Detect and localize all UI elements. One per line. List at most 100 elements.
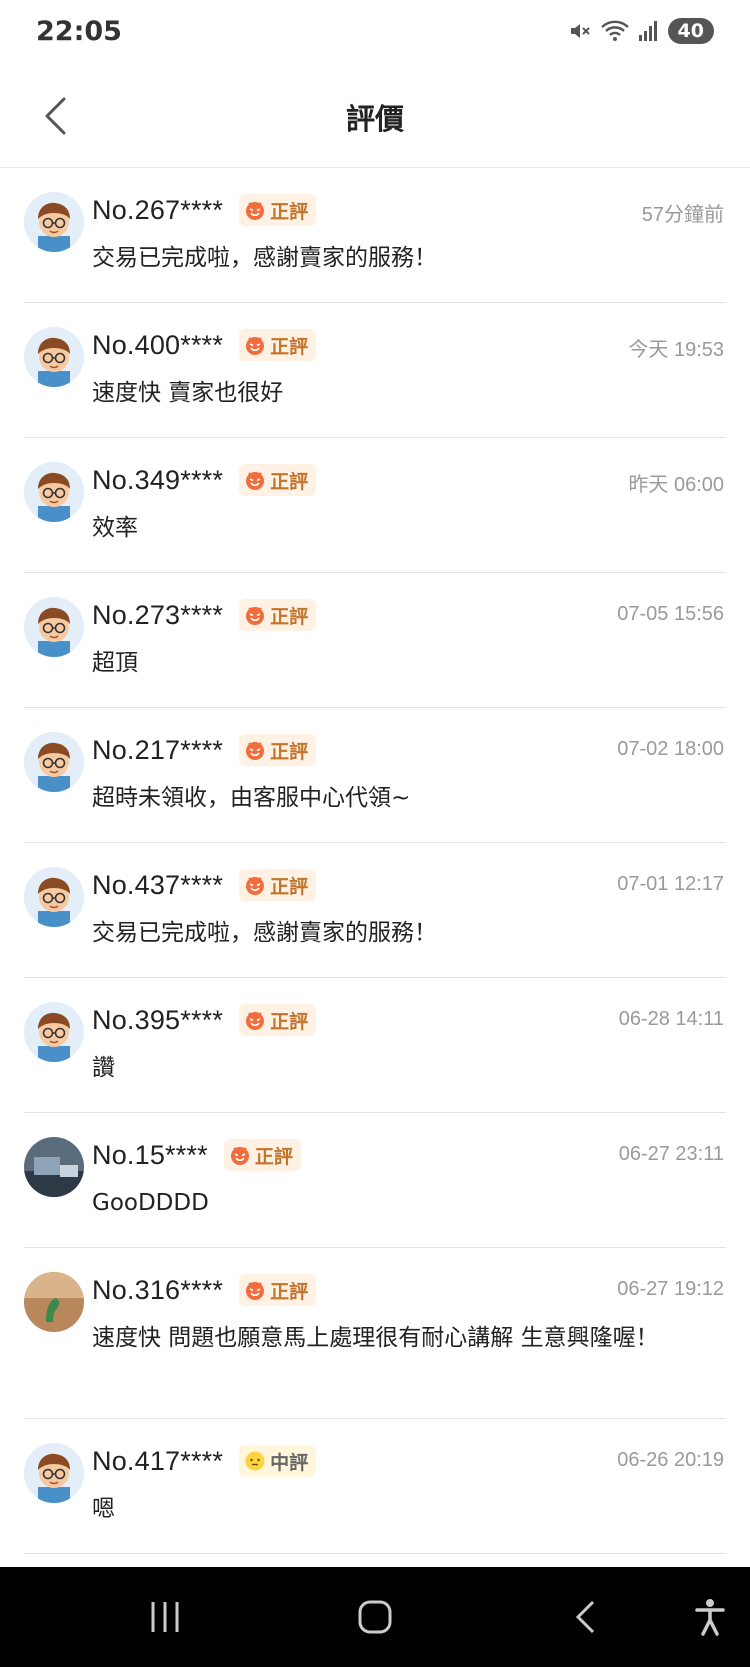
app-header: 評價 [0, 66, 750, 168]
review-item[interactable]: No.400**** 正評 今天 19:53 速度快 賣家也很好 [24, 303, 726, 438]
user-avatar[interactable] [24, 732, 84, 792]
rating-label: 正評 [270, 740, 309, 763]
reviewer-name[interactable]: No.316**** [92, 1275, 223, 1306]
user-avatar[interactable] [24, 597, 84, 657]
rating-label: 正評 [270, 875, 309, 898]
rating-badge: 正評 [239, 329, 317, 361]
status-icons: 40 [568, 18, 714, 44]
rating-label: 正評 [270, 605, 309, 628]
happy-face-icon [246, 607, 265, 625]
review-item[interactable]: No.437**** 正評 07-01 12:17 交易已完成啦，感謝賣家的服務… [24, 843, 726, 978]
system-nav-bar [0, 1567, 750, 1667]
page-title: 評價 [345, 102, 404, 136]
review-timestamp: 昨天 06:00 [628, 474, 724, 496]
happy-face-icon [246, 877, 265, 895]
review-text: 交易已完成啦，感謝賣家的服務！ [92, 245, 437, 271]
home-button[interactable] [350, 1595, 400, 1639]
user-avatar[interactable] [24, 1137, 84, 1197]
review-timestamp: 57分鐘前 [641, 204, 724, 226]
rating-badge: 正評 [239, 194, 317, 226]
reviewer-name[interactable]: No.349**** [92, 465, 223, 496]
review-text: 速度快 賣家也很好 [92, 380, 284, 406]
review-timestamp: 07-02 18:00 [617, 738, 724, 760]
accessibility-icon [695, 1599, 725, 1636]
rating-badge: 正評 [239, 1274, 317, 1306]
status-time: 22:05 [36, 16, 122, 47]
review-text: 超頂 [92, 650, 138, 676]
rating-label: 正評 [270, 200, 309, 223]
reviewer-name[interactable]: No.15**** [92, 1140, 208, 1171]
reviewer-name[interactable]: No.400**** [92, 330, 223, 361]
user-avatar[interactable] [24, 1272, 84, 1332]
review-text: GooDDDD [92, 1190, 209, 1216]
recent-apps-icon [151, 1602, 179, 1632]
review-item[interactable]: No.133**** 正評 06-25 17:27 [24, 1554, 726, 1567]
review-text: 超時未領收，由客服中心代領~ [92, 785, 411, 811]
review-timestamp: 07-01 12:17 [617, 873, 724, 895]
happy-face-icon [246, 472, 265, 490]
nav-back-button[interactable] [565, 1595, 605, 1639]
review-text: 效率 [92, 515, 138, 541]
rating-badge: 中評 [239, 1445, 317, 1477]
review-text: 讚 [92, 1055, 115, 1081]
review-item[interactable]: No.273**** 正評 07-05 15:56 超頂 [24, 573, 726, 708]
reviewer-name[interactable]: No.395**** [92, 1005, 223, 1036]
review-timestamp: 06-27 23:11 [618, 1143, 724, 1165]
rating-badge: 正評 [239, 734, 317, 766]
review-item[interactable]: No.316**** 正評 06-27 19:12 速度快 問題也願意馬上處理很… [24, 1248, 726, 1419]
accessibility-button[interactable] [690, 1595, 730, 1639]
user-avatar[interactable] [24, 462, 84, 522]
user-avatar[interactable] [24, 192, 84, 252]
review-timestamp: 06-28 14:11 [618, 1008, 724, 1030]
user-avatar[interactable] [24, 1002, 84, 1062]
review-text: 交易已完成啦，感謝賣家的服務！ [92, 920, 437, 946]
review-item[interactable]: No.417**** 中評 06-26 20:19 嗯 [24, 1419, 726, 1554]
rating-label: 正評 [270, 470, 309, 493]
rating-label: 正評 [270, 335, 309, 358]
wifi-icon [600, 19, 630, 43]
happy-face-icon [246, 202, 265, 220]
review-timestamp: 07-05 15:56 [617, 603, 724, 625]
review-timestamp: 06-26 20:19 [617, 1449, 724, 1471]
review-header: No.267**** 正評 [92, 190, 726, 230]
user-avatar[interactable] [24, 1443, 84, 1503]
happy-face-icon [230, 1147, 249, 1165]
status-bar: 22:05 40 [0, 0, 750, 66]
reviewer-name[interactable]: No.437**** [92, 870, 223, 901]
neutral-face-icon [245, 1451, 265, 1471]
reviewer-name[interactable]: No.273**** [92, 600, 223, 631]
nav-back-icon [575, 1600, 595, 1634]
mute-icon [568, 19, 592, 43]
review-text: 速度快 問題也願意馬上處理很有耐心講解 生意興隆喔！ [92, 1325, 659, 1351]
rating-label: 正評 [254, 1145, 293, 1168]
happy-face-icon [246, 742, 265, 760]
happy-face-icon [246, 1012, 265, 1030]
rating-label: 中評 [270, 1451, 309, 1474]
review-timestamp: 06-27 19:12 [617, 1278, 724, 1300]
user-avatar[interactable] [24, 867, 84, 927]
rating-label: 正評 [270, 1280, 309, 1303]
review-item[interactable]: No.349**** 正評 昨天 06:00 效率 [24, 438, 726, 573]
review-item[interactable]: No.15**** 正評 06-27 23:11 GooDDDD [24, 1113, 726, 1248]
happy-face-icon [246, 337, 265, 355]
home-icon [358, 1600, 392, 1634]
rating-badge: 正評 [239, 1004, 317, 1036]
reviewer-name[interactable]: No.267**** [92, 195, 223, 226]
reviewer-name[interactable]: No.217**** [92, 735, 223, 766]
review-item[interactable]: No.267**** 正評 57分鐘前 交易已完成啦，感謝賣家的服務！ [24, 168, 726, 303]
signal-icon [638, 20, 660, 42]
recent-apps-button[interactable] [140, 1595, 190, 1639]
review-timestamp: 今天 19:53 [628, 339, 724, 361]
rating-badge: 正評 [223, 1139, 301, 1171]
user-avatar[interactable] [24, 327, 84, 387]
rating-badge: 正評 [239, 599, 317, 631]
happy-face-icon [246, 1282, 265, 1300]
battery-indicator: 40 [667, 18, 714, 44]
review-list[interactable]: No.267**** 正評 57分鐘前 交易已完成啦，感謝賣家的服務！ No.4… [0, 168, 750, 1567]
rating-badge: 正評 [239, 464, 317, 496]
reviewer-name[interactable]: No.417**** [92, 1446, 223, 1477]
rating-badge: 正評 [239, 869, 317, 901]
review-item[interactable]: No.217**** 正評 07-02 18:00 超時未領收，由客服中心代領~ [24, 708, 726, 843]
rating-label: 正評 [270, 1010, 309, 1033]
review-item[interactable]: No.395**** 正評 06-28 14:11 讚 [24, 978, 726, 1113]
